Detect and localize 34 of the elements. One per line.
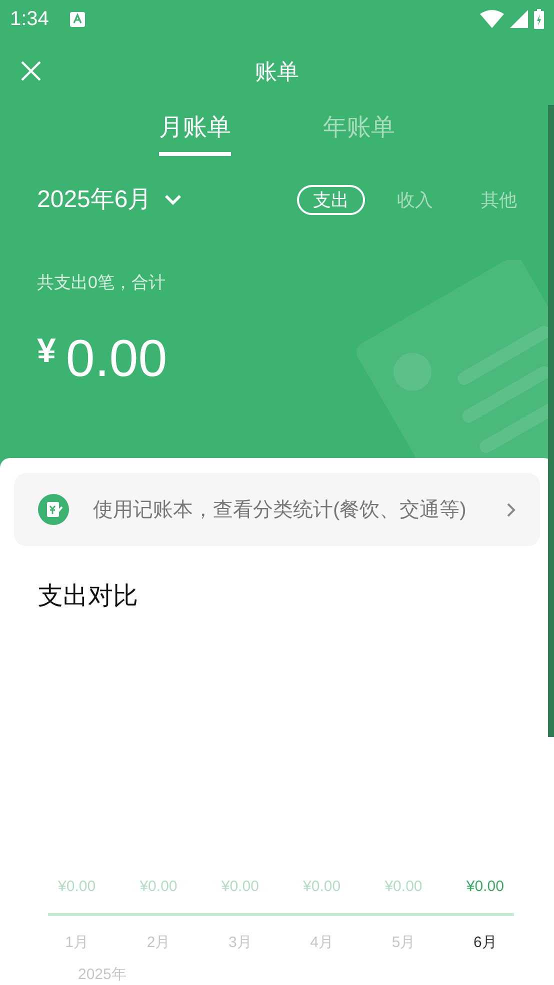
month-tab[interactable]: 1月 — [65, 932, 88, 954]
month-amount: ¥0.00 — [384, 877, 422, 897]
month-tab[interactable]: 6月 — [473, 932, 497, 954]
status-time: 1:34 — [10, 7, 49, 32]
month-tab[interactable]: 4月 — [310, 932, 334, 954]
battery-icon — [534, 9, 544, 29]
month-amount: ¥0.00 — [58, 877, 96, 897]
month-tab[interactable]: 5月 — [392, 932, 416, 954]
section-title: 支出对比 — [37, 581, 139, 612]
type-filter[interactable]: 支出 — [297, 185, 365, 215]
page-title: 账单 — [255, 58, 299, 86]
currency-symbol: ¥ — [37, 330, 56, 372]
tab[interactable]: 月账单 — [159, 104, 231, 156]
month-amount: ¥0.00 — [221, 877, 259, 897]
month-tab[interactable]: 3月 — [228, 932, 252, 954]
signal-icon — [510, 10, 528, 28]
keyboard-icon — [70, 12, 85, 26]
month-picker[interactable]: 2025年6月 — [37, 182, 182, 218]
wifi-icon — [480, 10, 504, 28]
chevron-down-icon — [164, 194, 182, 206]
tab[interactable]: 年账单 — [323, 104, 395, 156]
month-amount: ¥0.00 — [303, 877, 341, 897]
summary-caption: 共支出0笔，合计 — [36, 272, 166, 294]
total-amount: 0.00 — [66, 332, 168, 384]
year-label: 2025年 — [78, 965, 126, 985]
close-icon — [20, 60, 42, 82]
month-tab[interactable]: 2月 — [146, 932, 170, 954]
type-filter[interactable]: 收入 — [381, 185, 449, 215]
chevron-right-icon — [506, 502, 516, 518]
month-amount: ¥0.00 — [466, 877, 504, 897]
type-filter[interactable]: 其他 — [465, 185, 533, 215]
ledger-icon — [38, 494, 69, 525]
month-amount: ¥0.00 — [140, 877, 178, 897]
ledger-banner[interactable]: 使用记账本，查看分类统计(餐饮、交通等) — [14, 473, 540, 546]
